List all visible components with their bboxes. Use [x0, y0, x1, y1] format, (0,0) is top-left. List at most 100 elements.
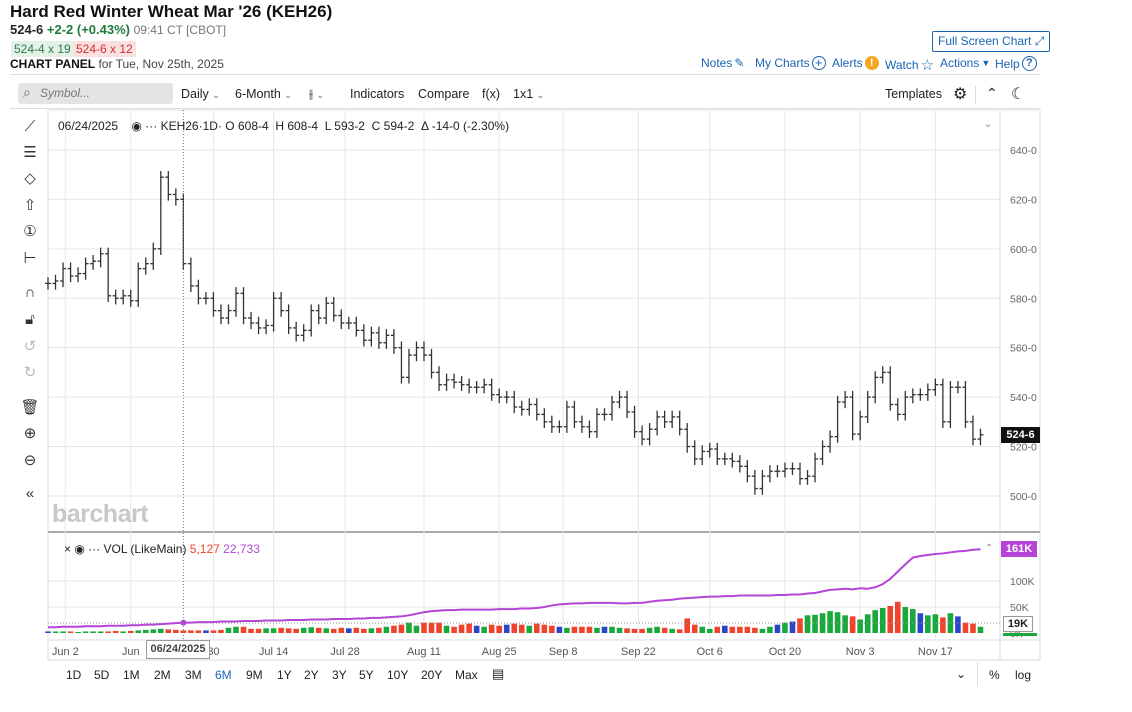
volume-bar [112, 630, 119, 633]
ohlc-bar [541, 408, 548, 428]
volume-bar [857, 619, 863, 633]
price-tick-label: 540-0 [1010, 392, 1037, 404]
ohlc-bar [142, 257, 149, 275]
ohlc-bar [676, 410, 683, 436]
ohlc-bar [909, 388, 916, 404]
range-button-1d[interactable]: 1D [66, 668, 81, 682]
ohlc-bar [45, 277, 51, 290]
ohlc-bar [97, 247, 104, 268]
ohlc-bar [511, 390, 518, 414]
ohlc-bar [969, 415, 976, 446]
eye-icon[interactable]: ◉ [131, 119, 141, 133]
eye-icon[interactable]: ◉ [74, 542, 84, 556]
volume-bar [233, 626, 239, 633]
ohlc-bar [248, 311, 255, 330]
volume-bar [473, 625, 480, 633]
x-tick-label: Jun 2 [52, 646, 79, 658]
volume-bar [624, 628, 630, 633]
x-tick-label: Jul 28 [330, 646, 359, 658]
range-button-10y[interactable]: 10Y [387, 668, 408, 682]
ohlc-bar [812, 452, 819, 483]
ohlc-bar [428, 348, 435, 379]
ohlc-bar [624, 390, 631, 419]
volume-indicator-name: VOL (LikeMain) [103, 542, 187, 556]
ohlc-bar [593, 408, 600, 438]
volume-bar [218, 629, 224, 633]
volume-bar [864, 614, 871, 633]
volume-bar [330, 628, 337, 633]
ohlc-bar [864, 390, 871, 424]
volume-bar [669, 628, 675, 633]
range-button-9m[interactable]: 9M [246, 668, 263, 682]
volume-bar [308, 627, 314, 633]
range-button-1y[interactable]: 1Y [277, 668, 292, 682]
range-button-20y[interactable]: 20Y [421, 668, 442, 682]
ohlc-bar [947, 381, 954, 428]
ohlc-bar [781, 462, 788, 478]
range-button-5d[interactable]: 5D [94, 668, 109, 682]
percent-scale-toggle[interactable]: % [989, 668, 1000, 682]
volume-last-label: 19K [1003, 616, 1033, 632]
chevron-down-icon[interactable]: ⌄ [984, 119, 992, 130]
volume-bar [646, 627, 653, 633]
log-scale-toggle[interactable]: log [1015, 668, 1031, 682]
ohlc-bar [804, 469, 811, 485]
volume-bar [120, 631, 126, 633]
ohlc-bar [526, 398, 533, 416]
chevron-up-icon[interactable]: ⌃ [985, 543, 993, 554]
ohlc-bar [383, 329, 390, 349]
volume-bar [451, 626, 457, 633]
divider [977, 662, 978, 686]
volume-bar [879, 608, 886, 633]
range-button-2y[interactable]: 2Y [304, 668, 319, 682]
double-chevron-down-icon[interactable]: ⌄ [956, 667, 966, 681]
volume-bar [338, 627, 345, 633]
volume-bar [165, 629, 172, 633]
ohlc-bar [578, 415, 585, 433]
volume-bar [368, 628, 375, 633]
volume-bar [609, 626, 615, 633]
volume-bar [458, 624, 465, 633]
volume-bar [248, 628, 254, 633]
ohlc-bar [330, 297, 337, 322]
volume-bar [962, 622, 969, 633]
more-icon[interactable]: ··· [145, 119, 157, 133]
range-button-3m[interactable]: 3M [185, 668, 202, 682]
legend-date: 06/24/2025 [58, 119, 119, 133]
range-button-1m[interactable]: 1M [123, 668, 140, 682]
volume-bar [60, 631, 66, 633]
ohlc-bar [616, 390, 623, 409]
ohlc-bar [443, 373, 450, 391]
range-button-max[interactable]: Max [455, 668, 478, 682]
volume-bar [549, 625, 555, 633]
ohlc-bar [699, 445, 706, 466]
ohlc-bar [52, 274, 59, 290]
more-icon[interactable]: ··· [88, 542, 100, 556]
ohlc-bar [609, 395, 615, 421]
calendar-icon[interactable]: ▤ [492, 666, 504, 682]
volume-bar [767, 626, 773, 633]
volume-bar [737, 626, 743, 633]
price-tick-label: 500-0 [1010, 491, 1037, 503]
range-button-2m[interactable]: 2M [154, 668, 171, 682]
ohlc-bar [172, 188, 179, 206]
ohlc-bar [669, 410, 676, 428]
volume-bar [293, 628, 299, 633]
range-button-3y[interactable]: 3Y [332, 668, 347, 682]
ohlc-bar [639, 425, 646, 446]
ohlc-bar [120, 289, 127, 305]
volume-bar [285, 628, 292, 633]
ohlc-bar [187, 257, 194, 293]
volume-bar [210, 630, 217, 633]
volume-bar [691, 624, 698, 633]
range-button-5y[interactable]: 5Y [359, 668, 374, 682]
range-button-6m[interactable]: 6M [215, 668, 232, 682]
volume-bar [398, 624, 405, 633]
volume-bar [639, 628, 645, 633]
volume-bar [158, 628, 164, 633]
price-chart[interactable]: Jun 2 Jun 30 Jul 14 Jul 28 Aug 11 Aug 25 Sep 8S… [0, 0, 1132, 712]
ohlc-bar [661, 410, 668, 428]
volume-bar [661, 627, 668, 633]
close-icon[interactable]: × [64, 542, 71, 556]
ohlc-bar [894, 398, 901, 421]
